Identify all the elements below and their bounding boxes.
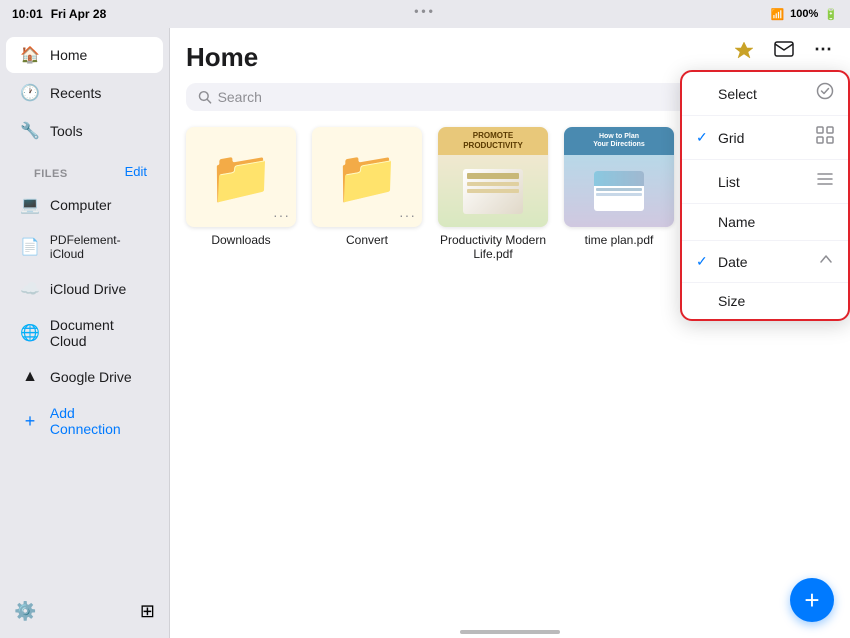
dropdown-date[interactable]: ✓ Date [682, 241, 848, 283]
dropdown-select-label: Select [718, 86, 757, 102]
folder-icon: 📁 [335, 147, 400, 208]
battery-icon: 🔋 [824, 8, 838, 21]
sidebar-item-google-drive[interactable]: ▲ Google Drive [6, 359, 163, 395]
dropdown-size-label: Size [718, 293, 745, 309]
dropdown-select-left: Select [696, 86, 757, 102]
pdfelement-icon: 📄 [20, 237, 40, 257]
sidebar-item-recents[interactable]: 🕐 Recents [6, 75, 163, 111]
sidebar-computer-label: Computer [50, 197, 111, 213]
file-more-button[interactable]: ··· [399, 207, 416, 223]
computer-icon: 💻 [20, 195, 40, 215]
chevron-up-icon [818, 251, 834, 272]
dropdown-name[interactable]: Name [682, 204, 848, 241]
add-connection-icon: + [20, 411, 40, 431]
document-cloud-icon: 🌐 [20, 323, 40, 343]
top-dots-indicator: ••• [414, 4, 436, 18]
sidebar-item-add-connection[interactable]: + Add Connection [6, 397, 163, 445]
pdf-title-bar: PROMOTEPRODUCTIVITY [438, 127, 548, 155]
sidebar-google-drive-label: Google Drive [50, 369, 132, 385]
dropdown-list[interactable]: List [682, 160, 848, 204]
toolbar: ⋯ [718, 28, 850, 70]
file-name: Productivity Modern Life.pdf [438, 233, 548, 261]
sidebar-edit-button[interactable]: Edit [125, 164, 155, 179]
file-thumbnail: 📁 ··· [312, 127, 422, 227]
files-section-label: FILES [14, 158, 88, 184]
dropdown-grid-label: Grid [718, 130, 744, 146]
sidebar-files-section: FILES Edit [0, 150, 169, 186]
dropdown-date-label: Date [718, 254, 748, 270]
file-name: Convert [346, 233, 388, 247]
sidebar-item-computer[interactable]: 💻 Computer [6, 187, 163, 223]
list-item[interactable]: PROMOTEPRODUCTIVITY Productivity Modern … [438, 127, 548, 261]
dropdown-size[interactable]: Size [682, 283, 848, 319]
pdf-title-bar: How to PlanYour Directions [564, 127, 674, 155]
sidebar-item-icloud-drive[interactable]: ☁️ iCloud Drive [6, 271, 163, 307]
dropdown-name-left: Name [696, 214, 755, 230]
file-thumbnail: How to PlanYour Directions [564, 127, 674, 227]
list-item[interactable]: 📁 ··· Convert [312, 127, 422, 261]
drop-icon [734, 39, 754, 59]
tools-icon: 🔧 [20, 121, 40, 141]
sidebar-add-connection-label: Add Connection [50, 405, 149, 437]
file-name: Downloads [211, 233, 270, 247]
dropdown-grid[interactable]: ✓ Grid [682, 116, 848, 160]
dropdown-name-label: Name [718, 214, 755, 230]
sidebar-bottom: ⚙️ ⊞ [0, 593, 169, 630]
sidebar-recents-label: Recents [50, 85, 101, 101]
status-time: 10:01 [12, 7, 43, 21]
recents-icon: 🕐 [20, 83, 40, 103]
dropdown-menu: Select ✓ Grid [680, 70, 850, 321]
sidebar-document-cloud-label: Document Cloud [50, 317, 149, 349]
app-container: 🏠 Home 🕐 Recents 🔧 Tools FILES Edit 💻 Co… [0, 28, 850, 638]
list-view-icon [816, 170, 834, 193]
status-day: Fri Apr 28 [51, 7, 107, 21]
main-content: ⋯ Select ✓ Grid [170, 28, 850, 638]
sidebar-item-tools[interactable]: 🔧 Tools [6, 113, 163, 149]
dropdown-list-label: List [718, 174, 740, 190]
google-drive-icon: ▲ [20, 367, 40, 387]
grid-check: ✓ [696, 129, 712, 146]
list-item[interactable]: 📁 ··· Downloads [186, 127, 296, 261]
mail-button[interactable] [768, 33, 800, 65]
sidebar-item-document-cloud[interactable]: 🌐 Document Cloud [6, 309, 163, 357]
home-bar-indicator [460, 630, 560, 634]
mail-icon [774, 41, 794, 57]
status-bar: 10:01 Fri Apr 28 ••• 📶 100% 🔋 [0, 0, 850, 28]
folder-icon: 📁 [209, 147, 274, 208]
list-item[interactable]: How to PlanYour Directions [564, 127, 674, 261]
add-button[interactable]: + [790, 578, 834, 622]
sidebar-icloud-label: iCloud Drive [50, 281, 126, 297]
sidebar-home-label: Home [50, 47, 87, 63]
drop-button[interactable] [728, 33, 760, 65]
select-circle-icon [816, 82, 834, 105]
sidebar-item-home[interactable]: 🏠 Home [6, 37, 163, 73]
home-icon: 🏠 [20, 45, 40, 65]
file-name: time plan.pdf [585, 233, 654, 247]
dropdown-date-left: ✓ Date [696, 253, 748, 270]
dropdown-grid-left: ✓ Grid [696, 129, 744, 146]
file-thumbnail: 📁 ··· [186, 127, 296, 227]
date-check: ✓ [696, 253, 712, 270]
wifi-icon: 📶 [770, 8, 784, 21]
sidebar: 🏠 Home 🕐 Recents 🔧 Tools FILES Edit 💻 Co… [0, 28, 170, 638]
dropdown-list-left: List [696, 174, 740, 190]
file-thumbnail: PROMOTEPRODUCTIVITY [438, 127, 548, 227]
settings-icon[interactable]: ⚙️ [14, 601, 36, 622]
sidebar-item-pdfelement-cloud[interactable]: 📄 PDFelement-iCloud [6, 225, 163, 269]
pdf-image-area [438, 155, 548, 227]
dropdown-select[interactable]: Select [682, 72, 848, 116]
icloud-icon: ☁️ [20, 279, 40, 299]
pdf-image-area [564, 155, 674, 227]
grid-view-icon [816, 126, 834, 149]
search-icon [198, 90, 212, 104]
sidebar-pdfelement-label: PDFelement-iCloud [50, 233, 149, 261]
sidebar-tools-label: Tools [50, 123, 83, 139]
file-more-button[interactable]: ··· [273, 207, 290, 223]
battery-percent: 100% [790, 8, 818, 20]
grid-view-icon[interactable]: ⊞ [140, 601, 155, 622]
dropdown-size-left: Size [696, 293, 745, 309]
more-button[interactable]: ⋯ [808, 33, 840, 65]
